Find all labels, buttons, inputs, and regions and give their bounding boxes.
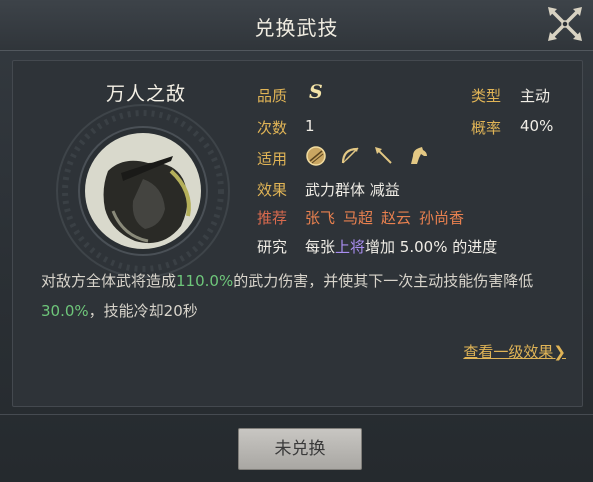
dialog-title: 兑换武技 [254,16,339,40]
desc-part3: ，技能冷却20秒 [88,302,198,320]
recommend-hero[interactable]: 张飞 [305,209,335,227]
desc-value1: 110.0% [176,272,234,290]
effect-value: 武力群体 减益 [305,181,400,199]
close-button[interactable] [545,4,585,44]
recommend-hero[interactable]: 孙尚香 [419,209,464,227]
quality-label: 品质 [257,87,288,105]
exchange-status-button[interactable]: 未兑换 [238,428,362,470]
rate-value: 40% [520,117,554,135]
dialog-panel: 兑换武技 万人之敌 品质 S 类型 主动 次数 1 概率 40% 适用 效果 武… [0,0,593,482]
type-value: 主动 [520,87,551,105]
recommend-hero-list: 张飞 马超 赵云 孙尚香 [305,207,472,228]
rate-label: 概率 [471,119,502,137]
research-highlight: 上将 [335,238,366,256]
close-icon [548,7,582,41]
skill-description: 对敌方全体武将造成110.0%的武力伤害，并使其下一次主动技能伤害降低 30.0%… [41,266,561,326]
view-link-label: 查看一级效果 [463,343,554,361]
skill-portrait [53,101,233,281]
desc-part1: 对敌方全体武将造成 [41,272,177,290]
applicable-label: 适用 [257,150,288,168]
skill-emblem-icon [56,104,230,278]
research-prefix: 每张 [305,238,336,256]
recommend-hero[interactable]: 赵云 [381,209,411,227]
shield-icon [305,145,327,167]
research-label: 研究 [257,238,288,256]
effect-label: 效果 [257,181,288,199]
count-label: 次数 [257,119,288,137]
research-suffix: 增加 5.00% 的进度 [365,238,498,256]
chevron-right-icon: ❯ [553,343,566,361]
recommend-hero[interactable]: 马超 [343,209,373,227]
skill-detail-card: 万人之敌 品质 S 类型 主动 次数 1 概率 40% 适用 效果 武力群体 减… [12,60,583,407]
desc-part2: 的武力伤害，并使其下一次主动技能伤害降低 [233,272,534,290]
footer-divider [0,414,593,415]
quality-value: S [309,81,323,103]
view-level1-effect-link[interactable]: 查看一级效果❯ [463,341,566,362]
bow-icon [339,145,361,167]
dialog-header: 兑换武技 [0,0,593,51]
spear-icon [373,145,395,167]
count-value: 1 [305,117,315,135]
desc-value2: 30.0% [41,302,89,320]
horse-icon [407,145,429,167]
type-label: 类型 [471,87,502,105]
research-value: 每张上将增加 5.00% 的进度 [305,236,497,257]
recommend-label: 推荐 [257,209,288,227]
